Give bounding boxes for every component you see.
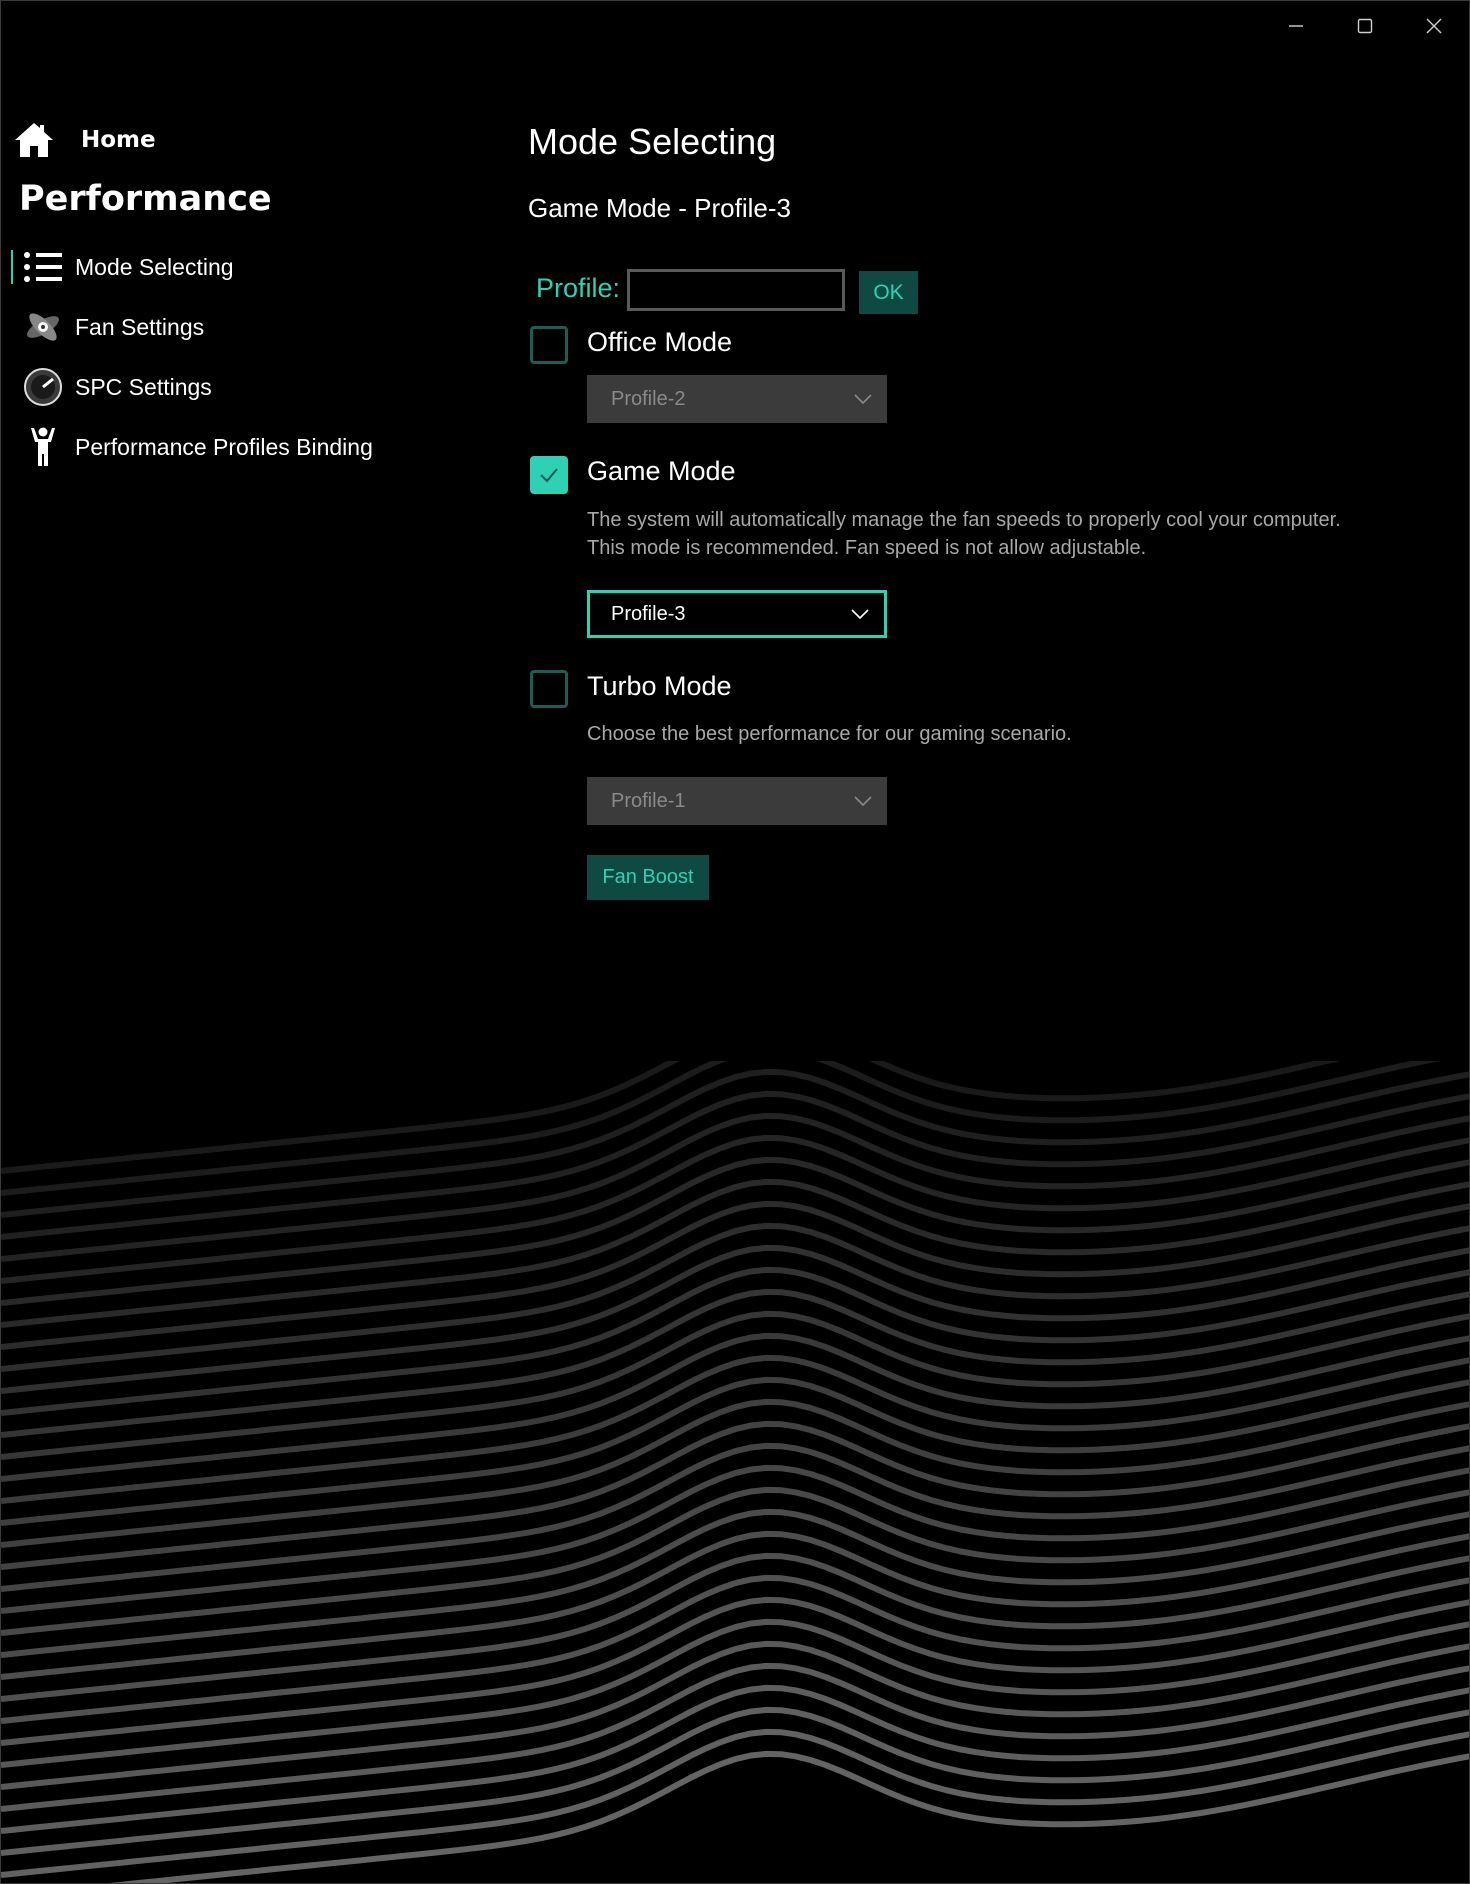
minimize-icon bbox=[1289, 25, 1303, 27]
sidebar-item-label: Performance Profiles Binding bbox=[75, 433, 373, 460]
turbo-mode-label: Turbo Mode bbox=[587, 671, 732, 701]
sidebar-item-fan-settings[interactable]: Fan Settings bbox=[11, 304, 204, 350]
sidebar-item-performance-profiles-binding[interactable]: Performance Profiles Binding bbox=[11, 424, 373, 470]
checkmark-icon bbox=[540, 468, 558, 483]
turbo-profile-dropdown[interactable]: Profile-1 bbox=[587, 777, 887, 825]
game-mode-label: Game Mode bbox=[587, 456, 736, 486]
description-line: This mode is recommended. Fan speed is n… bbox=[587, 537, 1147, 559]
game-mode-description: The system will automatically manage the… bbox=[587, 506, 1341, 562]
home-icon bbox=[15, 123, 53, 157]
close-icon bbox=[1426, 18, 1442, 34]
turbo-mode-description: Choose the best performance for our gami… bbox=[587, 723, 1072, 745]
current-mode-subtitle: Game Mode - Profile-3 bbox=[528, 193, 791, 223]
game-mode-checkbox[interactable] bbox=[530, 456, 568, 494]
fan-boost-button[interactable]: Fan Boost bbox=[587, 855, 709, 900]
chevron-down-icon bbox=[851, 609, 869, 620]
list-icon bbox=[21, 245, 65, 289]
page-title: Mode Selecting bbox=[528, 121, 777, 162]
office-mode-checkbox[interactable] bbox=[530, 326, 568, 364]
office-mode-label: Office Mode bbox=[587, 327, 733, 357]
description-line: The system will automatically manage the… bbox=[587, 509, 1341, 531]
chevron-down-icon bbox=[854, 394, 872, 405]
maximize-button[interactable] bbox=[1343, 9, 1387, 43]
turbo-mode-checkbox[interactable] bbox=[530, 670, 568, 708]
close-button[interactable] bbox=[1412, 9, 1456, 43]
sidebar-item-label: Fan Settings bbox=[75, 313, 205, 340]
home-nav[interactable]: Home bbox=[13, 119, 156, 161]
ok-button[interactable]: OK bbox=[859, 271, 918, 314]
chevron-down-icon bbox=[854, 796, 872, 807]
sidebar-item-label: Mode Selecting bbox=[75, 253, 234, 280]
home-label: Home bbox=[81, 127, 156, 153]
gauge-icon bbox=[21, 365, 65, 409]
person-icon bbox=[21, 425, 65, 469]
game-profile-dropdown[interactable]: Profile-3 bbox=[587, 590, 887, 638]
sidebar-item-mode-selecting[interactable]: Mode Selecting bbox=[11, 244, 234, 290]
sidebar-item-spc-settings[interactable]: SPC Settings bbox=[11, 364, 212, 410]
maximize-icon bbox=[1357, 18, 1373, 34]
office-profile-dropdown[interactable]: Profile-2 bbox=[587, 375, 887, 423]
fan-icon bbox=[21, 305, 65, 349]
minimize-button[interactable] bbox=[1274, 9, 1318, 43]
dropdown-value: Profile-3 bbox=[611, 602, 686, 625]
wave-background bbox=[1, 1061, 1469, 1883]
app-window: Home Performance Mode Selecting Fan Sett… bbox=[0, 0, 1470, 1884]
dropdown-value: Profile-1 bbox=[611, 789, 686, 812]
dropdown-value: Profile-2 bbox=[611, 387, 686, 410]
profile-label: Profile: bbox=[536, 273, 621, 303]
section-title: Performance bbox=[19, 179, 272, 219]
profile-name-input[interactable] bbox=[627, 269, 845, 311]
sidebar-item-label: SPC Settings bbox=[75, 373, 212, 400]
